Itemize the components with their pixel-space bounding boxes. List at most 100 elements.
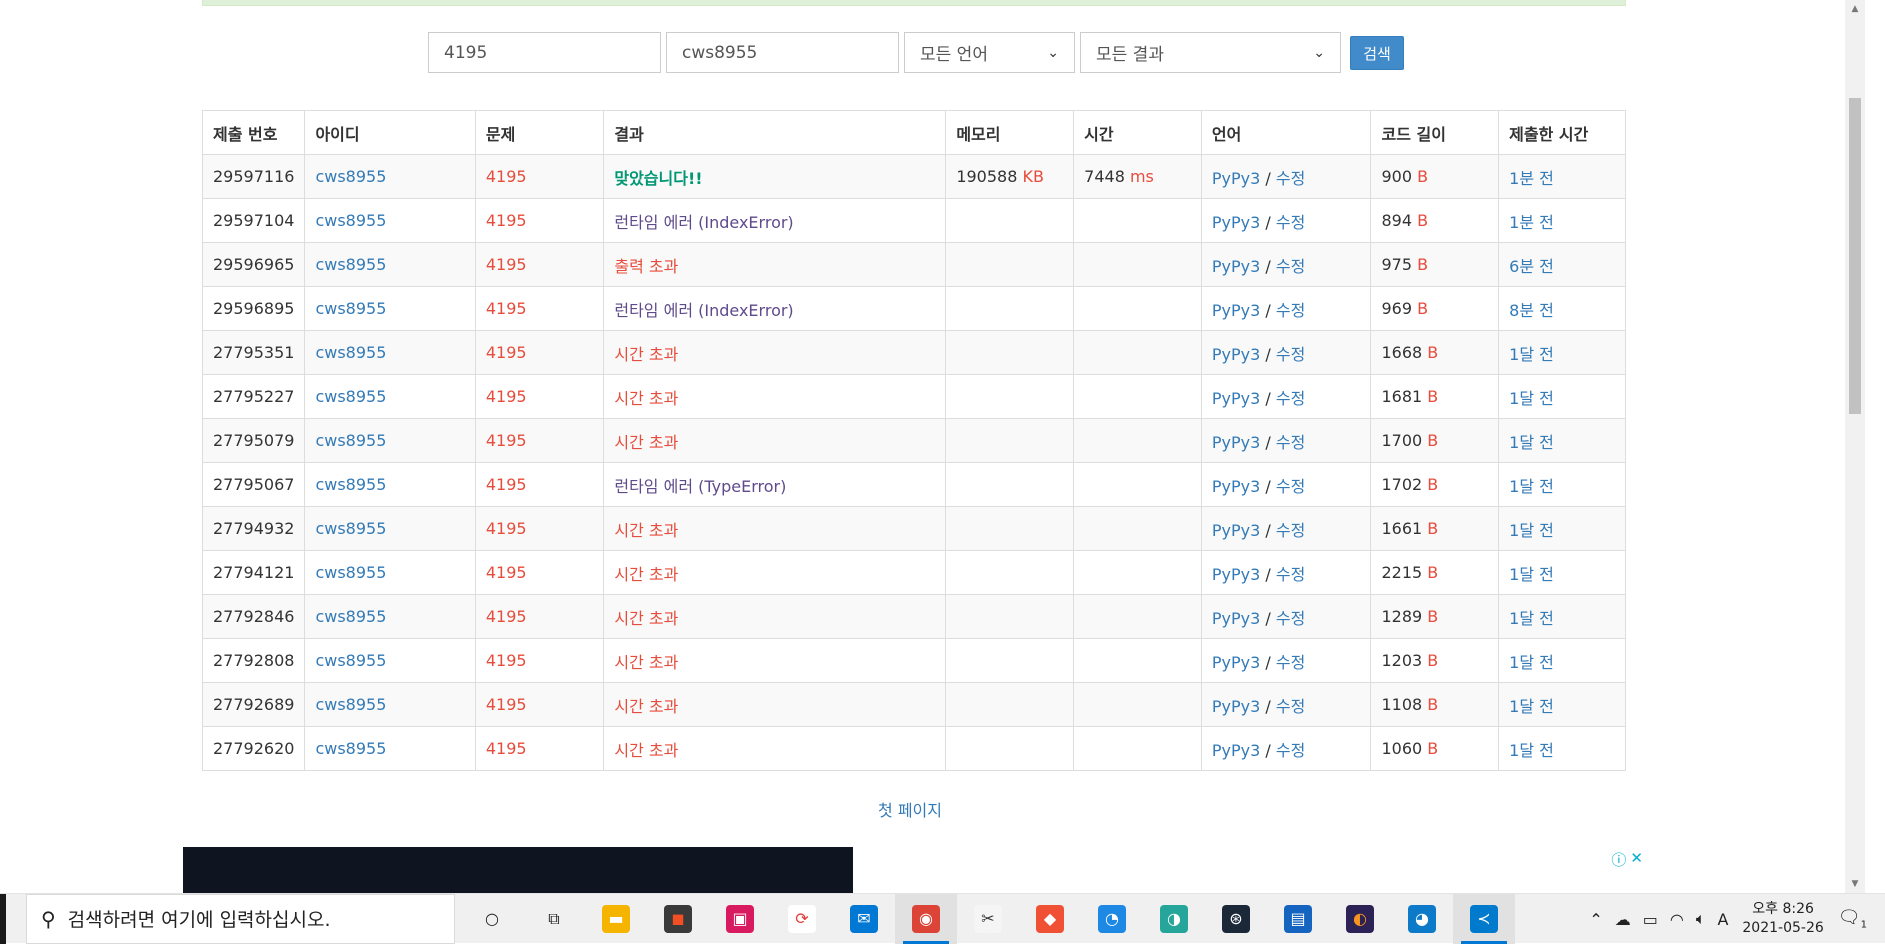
language-link[interactable]: PyPy3 (1212, 565, 1260, 584)
problem-link[interactable]: 4195 (486, 431, 527, 450)
user-link[interactable]: cws8955 (315, 299, 386, 318)
user-link[interactable]: cws8955 (315, 607, 386, 626)
result-detail-link[interactable]: (IndexError) (698, 213, 794, 232)
battery-icon[interactable]: ▭ (1643, 910, 1658, 929)
language-link[interactable]: PyPy3 (1212, 257, 1260, 276)
language-link[interactable]: PyPy3 (1212, 213, 1260, 232)
scrollbar-thumb[interactable] (1849, 98, 1861, 414)
user-link[interactable]: cws8955 (315, 343, 386, 362)
submitted-time-link[interactable]: 1달 전 (1509, 741, 1554, 760)
taskbar-app-git[interactable]: ◆ (1019, 894, 1081, 944)
chevron-up-icon[interactable]: ⌃ (1589, 910, 1602, 929)
search-button[interactable]: 검색 (1350, 36, 1404, 70)
language-link[interactable]: PyPy3 (1212, 477, 1260, 496)
result-detail-link[interactable]: (TypeError) (698, 477, 786, 496)
edit-link[interactable]: 수정 (1276, 697, 1305, 716)
ime-indicator[interactable]: A (1717, 910, 1728, 929)
problem-link[interactable]: 4195 (486, 343, 527, 362)
taskbar-app-eclipse[interactable]: ◐ (1329, 894, 1391, 944)
taskbar-app-red-app[interactable]: ▣ (709, 894, 771, 944)
edit-link[interactable]: 수정 (1276, 389, 1305, 408)
submitted-time-link[interactable]: 1달 전 (1509, 609, 1554, 628)
edit-link[interactable]: 수정 (1276, 213, 1305, 232)
edit-link[interactable]: 수정 (1276, 565, 1305, 584)
ad-banner[interactable]: ⓘ ✕ (183, 847, 1645, 893)
user-id-input[interactable] (666, 32, 899, 73)
problem-id-input[interactable] (428, 32, 661, 73)
user-link[interactable]: cws8955 (315, 519, 386, 538)
clock[interactable]: 오후 8:26 2021-05-26 (1742, 900, 1823, 938)
taskbar-app-edge[interactable]: ◕ (1391, 894, 1453, 944)
onedrive-icon[interactable]: ☁ (1615, 910, 1631, 929)
language-link[interactable]: PyPy3 (1212, 609, 1260, 628)
language-link[interactable]: PyPy3 (1212, 653, 1260, 672)
taskbar-app-sync-app[interactable]: ⟳ (771, 894, 833, 944)
submitted-time-link[interactable]: 1달 전 (1509, 653, 1554, 672)
language-link[interactable]: PyPy3 (1212, 697, 1260, 716)
col-header-result[interactable]: 결과 (603, 110, 947, 155)
user-link[interactable]: cws8955 (315, 651, 386, 670)
edit-link[interactable]: 수정 (1276, 653, 1305, 672)
problem-link[interactable]: 4195 (486, 651, 527, 670)
taskbar-app-snipping[interactable]: ✂ (957, 894, 1019, 944)
taskbar-app-reader[interactable]: ▤ (1267, 894, 1329, 944)
edit-link[interactable]: 수정 (1276, 345, 1305, 364)
ad-image[interactable] (183, 847, 853, 893)
submitted-time-link[interactable]: 1달 전 (1509, 345, 1554, 364)
edit-link[interactable]: 수정 (1276, 521, 1305, 540)
edit-link[interactable]: 수정 (1276, 257, 1305, 276)
language-select[interactable]: 모든 언어 ⌄ (904, 32, 1075, 73)
submitted-time-link[interactable]: 1달 전 (1509, 433, 1554, 452)
vertical-scrollbar[interactable]: ▲ ▼ (1845, 0, 1865, 893)
language-link[interactable]: PyPy3 (1212, 345, 1260, 364)
taskbar-app-mail[interactable]: ✉ (833, 894, 895, 944)
problem-link[interactable]: 4195 (486, 255, 527, 274)
taskbar-app-steam[interactable]: ⊛ (1205, 894, 1267, 944)
result-detail-link[interactable]: (IndexError) (698, 301, 794, 320)
problem-link[interactable]: 4195 (486, 695, 527, 714)
language-link[interactable]: PyPy3 (1212, 433, 1260, 452)
taskbar-search-box[interactable]: ⚲ 검색하려면 여기에 입력하십시오. (26, 893, 455, 944)
col-header-submission-id[interactable]: 제출 번호 (201, 110, 306, 155)
start-button[interactable] (0, 893, 6, 944)
problem-link[interactable]: 4195 (486, 739, 527, 758)
user-link[interactable]: cws8955 (315, 475, 386, 494)
user-link[interactable]: cws8955 (315, 255, 386, 274)
user-link[interactable]: cws8955 (315, 387, 386, 406)
problem-link[interactable]: 4195 (486, 519, 527, 538)
scroll-down-arrow-icon[interactable]: ▼ (1845, 875, 1865, 893)
user-link[interactable]: cws8955 (315, 167, 386, 186)
submitted-time-link[interactable]: 8분 전 (1509, 301, 1554, 320)
close-icon[interactable]: ✕ (1630, 849, 1643, 870)
edit-link[interactable]: 수정 (1276, 301, 1305, 320)
col-header-time[interactable]: 시간 (1073, 110, 1202, 155)
language-link[interactable]: PyPy3 (1212, 521, 1260, 540)
problem-link[interactable]: 4195 (486, 211, 527, 230)
edit-link[interactable]: 수정 (1276, 477, 1305, 496)
taskbar-app-file-explorer[interactable]: ▬ (585, 894, 647, 944)
col-header-memory[interactable]: 메모리 (945, 110, 1075, 155)
submitted-time-link[interactable]: 1달 전 (1509, 565, 1554, 584)
language-link[interactable]: PyPy3 (1212, 169, 1260, 188)
col-header-problem[interactable]: 문제 (474, 110, 605, 155)
volume-icon[interactable]: 🔈︎ (1696, 909, 1706, 929)
col-header-code-length[interactable]: 코드 길이 (1370, 110, 1500, 155)
ad-info-icon[interactable]: ⓘ (1611, 849, 1626, 870)
submitted-time-link[interactable]: 1달 전 (1509, 389, 1554, 408)
submitted-time-link[interactable]: 6분 전 (1509, 257, 1554, 276)
submitted-time-link[interactable]: 1달 전 (1509, 477, 1554, 496)
problem-link[interactable]: 4195 (486, 475, 527, 494)
col-header-submitted-time[interactable]: 제출한 시간 (1498, 110, 1626, 155)
taskbar-app-chrome[interactable]: ◉ (895, 893, 957, 944)
submitted-time-link[interactable]: 1분 전 (1509, 213, 1554, 232)
problem-link[interactable]: 4195 (486, 387, 527, 406)
edit-link[interactable]: 수정 (1276, 433, 1305, 452)
taskbar-app-store[interactable]: ◼ (647, 894, 709, 944)
language-link[interactable]: PyPy3 (1212, 389, 1260, 408)
col-header-user[interactable]: 아이디 (304, 110, 476, 155)
edit-link[interactable]: 수정 (1276, 741, 1305, 760)
submitted-time-link[interactable]: 1분 전 (1509, 169, 1554, 188)
col-header-language[interactable]: 언어 (1200, 110, 1372, 155)
submitted-time-link[interactable]: 1달 전 (1509, 521, 1554, 540)
first-page-link[interactable]: 첫 페이지 (878, 801, 942, 820)
